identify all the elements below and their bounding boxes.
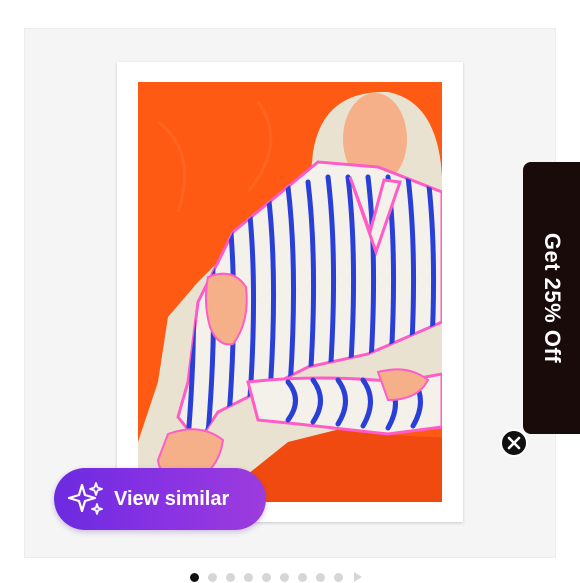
close-promo-button[interactable] — [500, 429, 528, 457]
carousel-dot-8[interactable] — [316, 572, 325, 582]
promo-discount-text: Get 25% Off — [539, 232, 565, 364]
close-icon — [507, 436, 521, 450]
carousel-pagination — [190, 571, 400, 583]
carousel-dot-9[interactable] — [334, 572, 343, 582]
promo-discount-tab[interactable]: Get 25% Off — [523, 162, 580, 434]
sparkle-icon — [67, 482, 103, 515]
carousel-dot-3[interactable] — [226, 572, 235, 582]
carousel-dot-4[interactable] — [244, 572, 253, 582]
view-similar-button[interactable]: View similar — [54, 468, 266, 530]
product-artwork-image[interactable] — [138, 82, 442, 502]
carousel-dot-2[interactable] — [208, 572, 217, 582]
carousel-dot-5[interactable] — [262, 572, 271, 582]
view-similar-label: View similar — [114, 487, 230, 510]
carousel-dot-7[interactable] — [298, 572, 307, 582]
chevron-right-icon[interactable] — [354, 572, 362, 582]
carousel-dot-1[interactable] — [190, 572, 199, 582]
carousel-dot-6[interactable] — [280, 572, 289, 582]
